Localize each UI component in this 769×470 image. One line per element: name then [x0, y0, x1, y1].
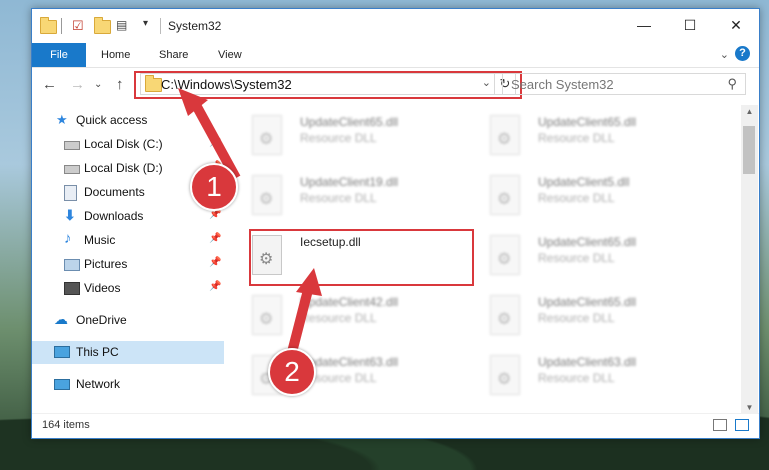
annotation-arrows — [178, 88, 322, 362]
step-1-badge: 1 — [190, 163, 238, 211]
arrow-2-head — [296, 268, 322, 296]
step-2-badge: 2 — [268, 348, 316, 396]
